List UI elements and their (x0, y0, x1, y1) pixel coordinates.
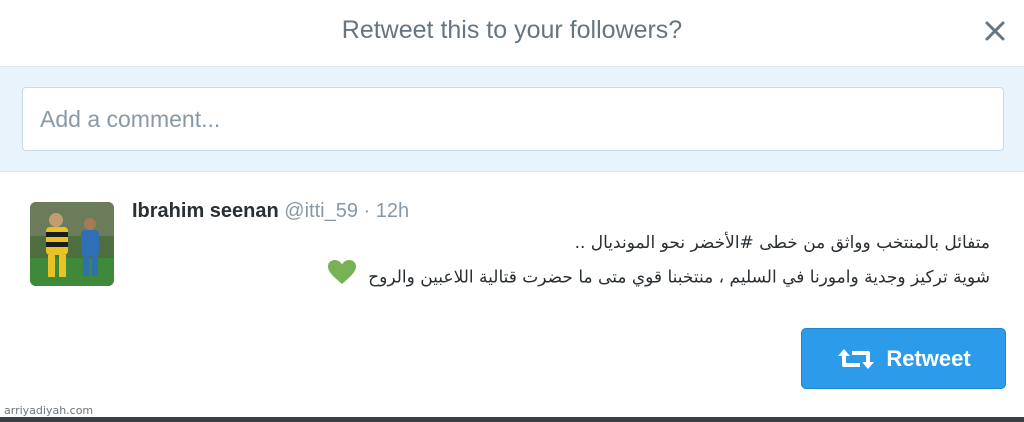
comment-area (0, 67, 1024, 172)
comment-input[interactable] (22, 87, 1004, 151)
dialog-header: Retweet this to your followers? (0, 0, 1024, 67)
meta-separator: · (363, 200, 371, 222)
close-icon[interactable] (982, 18, 1008, 44)
retweet-icon (836, 347, 876, 371)
quoted-tweet: Ibrahim seenan @itti_59 · 12h متفائل بال… (0, 172, 1024, 312)
dialog-title: Retweet this to your followers? (341, 16, 683, 44)
tweet-username[interactable]: @itti_59 (284, 200, 358, 222)
watermark: arriyadiyah.com (4, 404, 94, 417)
tweet-header: Ibrahim seenan @itti_59 · 12h (132, 200, 409, 223)
bottom-bar (0, 417, 1024, 422)
tweet-text-line-2: شوية تركيز وجدية وامورنا في السليم ، منت… (368, 267, 990, 288)
tweet-text: متفائل بالمنتخب وواثق من خطى #الأخضر نحو… (250, 228, 990, 296)
retweet-button[interactable]: Retweet (801, 328, 1006, 389)
tweet-fullname[interactable]: Ibrahim seenan (132, 200, 279, 222)
tweet-text-line-2-wrap: شوية تركيز وجدية وامورنا في السليم ، منت… (250, 259, 990, 296)
avatar[interactable] (30, 202, 114, 286)
tweet-text-line-1: متفائل بالمنتخب وواثق من خطى #الأخضر نحو… (574, 233, 990, 253)
retweet-button-label: Retweet (886, 345, 971, 371)
tweet-timestamp[interactable]: 12h (376, 200, 409, 222)
green-heart-icon (327, 259, 357, 296)
